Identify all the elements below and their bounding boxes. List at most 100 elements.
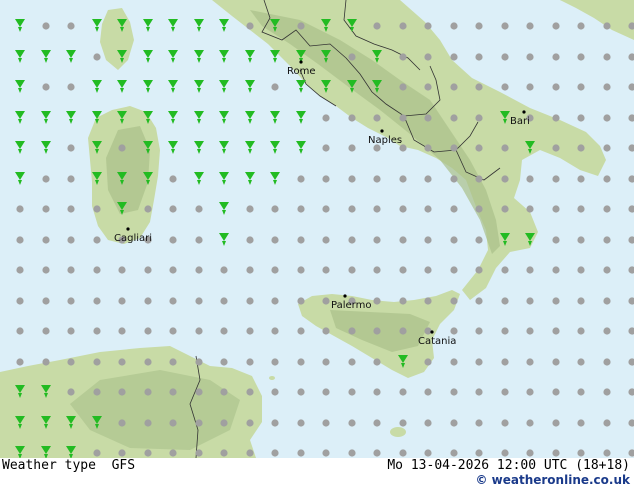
cloud-dot-icon bbox=[577, 327, 585, 335]
cloud-dot-icon bbox=[424, 297, 432, 305]
cloud-dot-icon bbox=[552, 83, 560, 91]
cloud-dot-icon bbox=[501, 83, 509, 91]
cloud-dot-icon bbox=[67, 266, 75, 274]
cloud-dot-icon bbox=[348, 144, 356, 152]
cloud-dot-icon bbox=[144, 358, 152, 366]
cloud-dot-icon bbox=[577, 205, 585, 213]
cloud-dot-icon bbox=[93, 388, 101, 396]
cloud-dot-icon bbox=[450, 114, 458, 122]
cloud-dot-icon bbox=[93, 266, 101, 274]
cloud-dot-icon bbox=[577, 22, 585, 30]
city-label: Palermo bbox=[331, 300, 371, 311]
cloud-dot-icon bbox=[67, 236, 75, 244]
cloud-dot-icon bbox=[399, 419, 407, 427]
cloud-dot-icon bbox=[67, 205, 75, 213]
cloud-dot-icon bbox=[348, 419, 356, 427]
cloud-dot-icon bbox=[67, 327, 75, 335]
city-label: Bari bbox=[510, 116, 530, 127]
cloud-dot-icon bbox=[93, 53, 101, 61]
cloud-dot-icon bbox=[118, 266, 126, 274]
cloud-dot-icon bbox=[373, 236, 381, 244]
cloud-dot-icon bbox=[297, 266, 305, 274]
cloud-dot-icon bbox=[552, 297, 560, 305]
cloud-dot-icon bbox=[322, 327, 330, 335]
cloud-dot-icon bbox=[424, 358, 432, 366]
cloud-dot-icon bbox=[526, 175, 534, 183]
cloud-dot-icon bbox=[526, 83, 534, 91]
cloud-dot-icon bbox=[475, 53, 483, 61]
cloud-dot-icon bbox=[169, 358, 177, 366]
cloud-dot-icon bbox=[348, 205, 356, 213]
city-marker bbox=[299, 60, 303, 64]
cloud-dot-icon bbox=[195, 419, 203, 427]
cloud-dot-icon bbox=[144, 419, 152, 427]
cloud-dot-icon bbox=[399, 266, 407, 274]
cloud-dot-icon bbox=[246, 419, 254, 427]
cloud-dot-icon bbox=[450, 22, 458, 30]
cloud-dot-icon bbox=[475, 449, 483, 457]
cloud-dot-icon bbox=[246, 388, 254, 396]
cloud-dot-icon bbox=[603, 175, 611, 183]
cloud-dot-icon bbox=[118, 419, 126, 427]
cloud-dot-icon bbox=[271, 419, 279, 427]
cloud-dot-icon bbox=[475, 205, 483, 213]
cloud-dot-icon bbox=[118, 449, 126, 457]
cloud-dot-icon bbox=[220, 327, 228, 335]
cloud-dot-icon bbox=[67, 388, 75, 396]
cloud-dot-icon bbox=[220, 449, 228, 457]
cloud-dot-icon bbox=[169, 327, 177, 335]
cloud-dot-icon bbox=[322, 236, 330, 244]
cloud-dot-icon bbox=[526, 53, 534, 61]
cloud-dot-icon bbox=[552, 266, 560, 274]
cloud-dot-icon bbox=[93, 236, 101, 244]
cloud-dot-icon bbox=[67, 144, 75, 152]
cloud-dot-icon bbox=[424, 449, 432, 457]
cloud-dot-icon bbox=[501, 144, 509, 152]
cloud-dot-icon bbox=[501, 22, 509, 30]
cloud-dot-icon bbox=[348, 327, 356, 335]
cloud-dot-icon bbox=[246, 205, 254, 213]
cloud-dot-icon bbox=[297, 175, 305, 183]
cloud-dot-icon bbox=[271, 388, 279, 396]
cloud-dot-icon bbox=[399, 388, 407, 396]
cloud-dot-icon bbox=[424, 419, 432, 427]
cloud-dot-icon bbox=[348, 114, 356, 122]
cloud-dot-icon bbox=[144, 449, 152, 457]
cloud-dot-icon bbox=[271, 266, 279, 274]
cloud-dot-icon bbox=[144, 388, 152, 396]
cloud-dot-icon bbox=[450, 449, 458, 457]
cloud-dot-icon bbox=[322, 449, 330, 457]
cloud-dot-icon bbox=[501, 175, 509, 183]
map-footer: Weather type GFS Mo 13-04-2026 12:00 UTC… bbox=[0, 458, 634, 490]
cloud-dot-icon bbox=[16, 297, 24, 305]
cloud-dot-icon bbox=[475, 236, 483, 244]
cloud-dot-icon bbox=[552, 22, 560, 30]
cloud-dot-icon bbox=[195, 205, 203, 213]
cloud-dot-icon bbox=[526, 449, 534, 457]
cloud-dot-icon bbox=[297, 297, 305, 305]
cloud-dot-icon bbox=[526, 388, 534, 396]
cloud-dot-icon bbox=[348, 449, 356, 457]
cloud-dot-icon bbox=[577, 144, 585, 152]
cloud-dot-icon bbox=[169, 419, 177, 427]
cloud-dot-icon bbox=[475, 114, 483, 122]
cloud-dot-icon bbox=[297, 358, 305, 366]
cloud-dot-icon bbox=[144, 205, 152, 213]
cloud-dot-icon bbox=[195, 327, 203, 335]
cloud-dot-icon bbox=[552, 327, 560, 335]
cloud-dot-icon bbox=[118, 297, 126, 305]
cloud-dot-icon bbox=[67, 358, 75, 366]
cloud-dot-icon bbox=[424, 205, 432, 213]
cloud-dot-icon bbox=[246, 449, 254, 457]
cloud-dot-icon bbox=[322, 358, 330, 366]
cloud-dot-icon bbox=[195, 449, 203, 457]
cloud-dot-icon bbox=[526, 205, 534, 213]
cloud-dot-icon bbox=[399, 236, 407, 244]
cloud-dot-icon bbox=[195, 236, 203, 244]
cloud-dot-icon bbox=[271, 358, 279, 366]
cloud-dot-icon bbox=[271, 236, 279, 244]
cloud-dot-icon bbox=[373, 449, 381, 457]
cloud-dot-icon bbox=[399, 53, 407, 61]
cloud-dot-icon bbox=[297, 419, 305, 427]
cloud-dot-icon bbox=[93, 327, 101, 335]
